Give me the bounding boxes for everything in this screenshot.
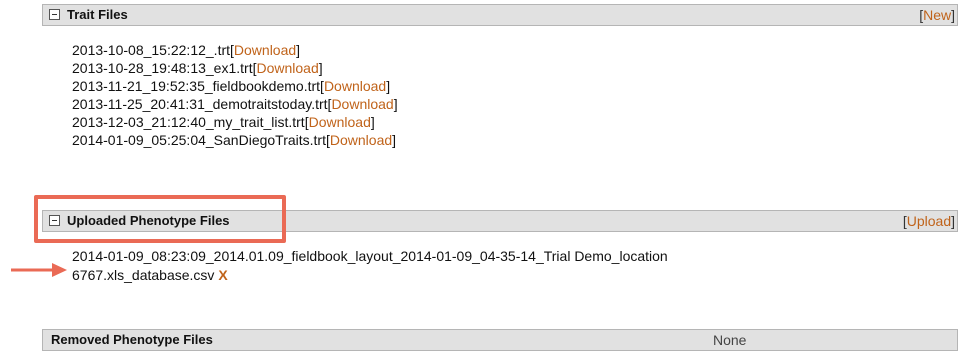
list-item: 2013-12-03_21:12:40_my_trait_list.trt[Do… <box>72 114 375 130</box>
new-link-label[interactable]: New <box>923 7 951 23</box>
uploaded-file-name-line1: 2014-01-09_08:23:09_2014.01.09_fieldbook… <box>72 248 668 264</box>
trait-file-list: 2013-10-08_15:22:12_.trt[Download] 2013-… <box>72 41 398 149</box>
collapse-toggle-icon[interactable] <box>49 9 60 20</box>
download-link[interactable]: Download <box>330 132 392 148</box>
file-name: 2013-11-21_19:52:35_fieldbookdemo.trt <box>72 78 321 94</box>
upload-link-label[interactable]: Upload <box>907 213 951 229</box>
annotation-highlight-box <box>34 195 286 243</box>
file-name: 2013-12-03_21:12:40_my_trait_list.trt <box>72 114 305 130</box>
file-name: 2013-10-28_19:48:13_ex1.trt <box>72 60 253 76</box>
download-link[interactable]: Download <box>324 78 386 94</box>
file-name: 2014-01-09_05:25:04_SanDiegoTraits.trt <box>72 132 326 148</box>
download-link[interactable]: Download <box>256 60 318 76</box>
removed-phenotype-files-title: Removed Phenotype Files <box>51 332 213 347</box>
list-item: 2013-11-25_20:41:31_demotraitstoday.trt[… <box>72 96 398 112</box>
uploaded-file-name-line2: 6767.xls_database.csv <box>72 267 215 283</box>
removed-phenotype-files-value: None <box>713 332 747 348</box>
annotation-arrow-icon <box>11 263 67 277</box>
download-link[interactable]: Download <box>234 42 296 58</box>
file-name: 2013-10-08_15:22:12_.trt <box>72 42 231 58</box>
uploaded-file-item: 2014-01-09_08:23:09_2014.01.09_fieldbook… <box>72 247 932 285</box>
download-link[interactable]: Download <box>331 96 393 112</box>
file-name: 2013-11-25_20:41:31_demotraitstoday.trt <box>72 96 328 112</box>
list-item: 2013-10-28_19:48:13_ex1.trt[Download] <box>72 60 323 76</box>
upload-phenotype-file-link[interactable]: [Upload] <box>903 213 955 229</box>
trait-files-title: Trait Files <box>67 7 128 22</box>
list-item: 2014-01-09_05:25:04_SanDiegoTraits.trt[D… <box>72 132 397 148</box>
trait-files-header: Trait Files [New] <box>42 4 958 26</box>
list-item: 2013-11-21_19:52:35_fieldbookdemo.trt[Do… <box>72 78 391 94</box>
delete-file-button[interactable]: X <box>218 267 227 283</box>
page: Trait Files [New] 2013-10-08_15:22:12_.t… <box>0 0 958 351</box>
list-item: 2013-10-08_15:22:12_.trt[Download] <box>72 42 301 58</box>
download-link[interactable]: Download <box>309 114 371 130</box>
removed-phenotype-files-row: Removed Phenotype Files None <box>42 329 958 351</box>
new-trait-file-link[interactable]: [New] <box>919 7 955 23</box>
